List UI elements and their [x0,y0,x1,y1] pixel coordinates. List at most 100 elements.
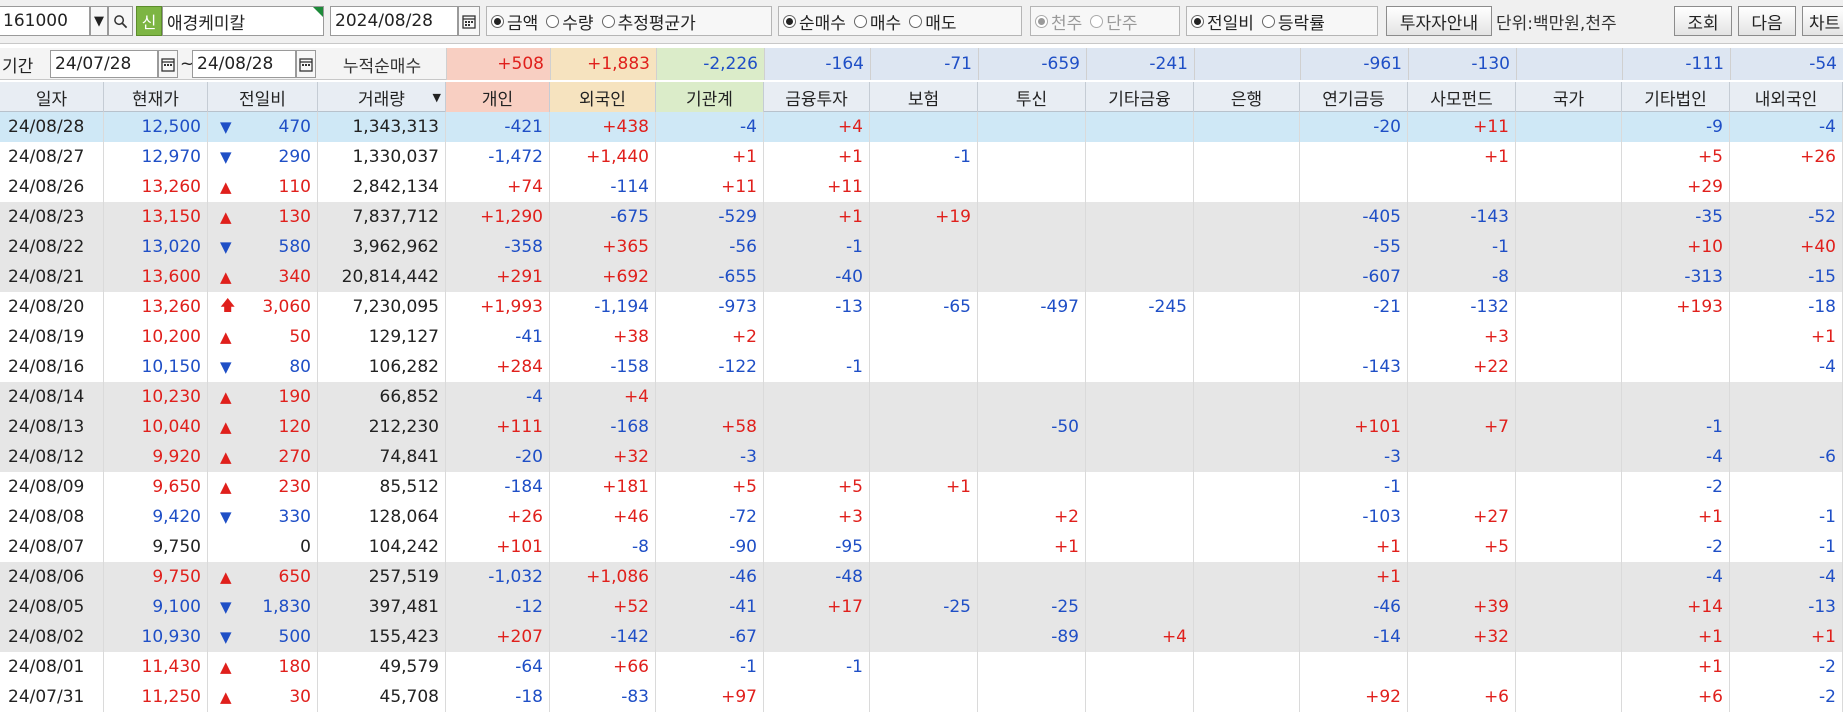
to-calendar-button[interactable] [296,50,316,78]
search-button[interactable] [108,6,133,36]
cumulative-value: -111 [1622,48,1730,80]
radio-label: 전일비 [1207,13,1254,34]
table-row[interactable]: 24/08/22 13,020 ▼ 580 3,962,962 -358 +365 -56 -1… [0,232,1843,262]
cell-investor-value [1194,352,1300,382]
cell-investor-value [1516,322,1622,352]
cell-investor-value: -13 [764,292,870,322]
from-calendar-button[interactable] [158,50,178,78]
cell-investor-value [1194,172,1300,202]
radio-prev-day[interactable]: 전일비 [1191,9,1254,34]
change-value: 650 [278,567,311,587]
cell-investor-value: -64 [446,652,550,682]
up-arrow-icon: ▲ [220,568,232,586]
query-button[interactable]: 조회 [1674,6,1732,36]
table-row[interactable]: 24/08/16 10,150 ▼ 80 106,282 +284 -158 -122 -1 -1… [0,352,1843,382]
radio-sell[interactable]: 매도 [909,9,956,34]
change-value: 80 [289,357,311,377]
radio-change-rate[interactable]: 등락률 [1261,9,1325,34]
table-row[interactable]: 24/08/13 10,040 ▲ 120 212,230 +111 -168 +58 -50 +… [0,412,1843,442]
date-input[interactable]: 2024/08/28 [330,6,458,36]
cell-investor-value: -497 [978,292,1086,322]
cell-investor-value [1516,562,1622,592]
corner-marker-icon [313,7,323,17]
cell-investor-value: +1 [1300,562,1408,592]
cell-investor-value [764,412,870,442]
cell-change: ▲ 230 [208,472,318,502]
period-to-input[interactable]: 24/08/28 [192,50,296,78]
radio-buy[interactable]: 매수 [853,9,901,34]
radio-dot [909,14,923,28]
table-row[interactable]: 24/08/09 9,650 ▲ 230 85,512 -184 +181 +5 +5 +1 -1-… [0,472,1843,502]
cell-investor-value [1516,112,1622,142]
cell-investor-value: +7 [1408,412,1516,442]
table-row[interactable]: 24/08/05 9,100 ▼ 1,830 397,481 -12 +52 -41 +17 -2… [0,592,1843,622]
period-from-input[interactable]: 24/07/28 [50,50,158,78]
cell-investor-value: +1 [1730,622,1843,652]
column-header-1[interactable]: 현재가 [104,82,208,112]
cell-investor-value: +1 [1730,322,1843,352]
column-header-0[interactable]: 일자 [0,82,104,112]
cell-investor-value: +1 [1300,532,1408,562]
cell-investor-value [1516,382,1622,412]
column-header-10[interactable]: 기타금융 [1086,82,1194,112]
radio-single-shares[interactable]: 단주 [1090,9,1138,34]
code-dropdown-button[interactable]: ▼ [90,6,108,36]
column-header-4[interactable]: 개인 [446,82,550,112]
radio-net-buy[interactable]: 순매수 [783,9,846,34]
radio-thousand-shares[interactable]: 천주 [1035,9,1082,34]
column-header-label: 연기금등 [1322,89,1385,110]
next-button[interactable]: 다음 [1738,6,1796,36]
column-header-15[interactable]: 기타법인 [1622,82,1730,112]
column-header-3[interactable]: 거래량 ▼ [318,82,446,112]
stock-code-input[interactable]: 161000 [0,6,90,36]
cell-investor-value [870,652,978,682]
investor-guide-button[interactable]: 투자자안내 [1386,6,1492,36]
column-header-8[interactable]: 보험 [870,82,978,112]
stock-name-field[interactable]: 애경케미칼 [162,6,324,36]
table-row[interactable]: 24/08/12 9,920 ▲ 270 74,841 -20 +32 -3 -3 -4 -6 [0,442,1843,472]
cumulative-value: -961 [1300,48,1408,80]
calendar-icon [299,57,313,72]
table-row[interactable]: 24/07/31 11,250 ▲ 30 45,708 -18 -83 +97 +92 +6 +6-… [0,682,1843,712]
table-row[interactable]: 24/08/14 10,230 ▲ 190 66,852 -4 +4 [0,382,1843,412]
change-value: 470 [278,117,311,137]
table-row[interactable]: 24/08/19 10,200 ▲ 50 129,127 -41 +38 +2 +3 +1 [0,322,1843,352]
column-header-13[interactable]: 사모펀드 [1408,82,1516,112]
date-calendar-button[interactable] [458,6,480,36]
column-header-9[interactable]: 투신 [978,82,1086,112]
table-row[interactable]: 24/08/23 13,150 ▲ 130 7,837,712 +1,290 -675 -52… [0,202,1843,232]
cell-investor-value: -12 [446,592,550,622]
table-row[interactable]: 24/08/20 13,260 🡅 3,060 7,230,095 +1,993 -1,19… [0,292,1843,322]
cell-volume: 85,512 [318,472,446,502]
table-row[interactable]: 24/08/06 9,750 ▲ 650 257,519 -1,032 +1,086 -46-… [0,562,1843,592]
column-header-16[interactable]: 내외국인 [1730,82,1843,112]
table-row[interactable]: 24/08/26 13,260 ▲ 110 2,842,134 +74 -114 +11 +11… [0,172,1843,202]
sort-dropdown-icon[interactable]: ▼ [433,91,441,104]
up-arrow-icon: ▲ [220,388,232,406]
table-row[interactable]: 24/08/08 9,420 ▼ 330 128,064 +26 +46 -72 +3 +2 -10… [0,502,1843,532]
column-header-11[interactable]: 은행 [1194,82,1300,112]
cell-investor-value: +3 [764,502,870,532]
table-row[interactable]: 24/08/27 12,970 ▼ 290 1,330,037 -1,472 +1,440 +… [0,142,1843,172]
table-row[interactable]: 24/08/07 9,750 0 104,242 +101 -8 -90 -95 +1 +1 +5-… [0,532,1843,562]
column-header-2[interactable]: 전일비 [208,82,318,112]
column-header-14[interactable]: 국가 [1516,82,1622,112]
cell-change: ▲ 190 [208,382,318,412]
up-arrow-icon: ▲ [220,448,232,466]
cell-investor-value: -4 [656,112,764,142]
chart-button[interactable]: 차트 [1802,6,1843,36]
table-row[interactable]: 24/08/02 10,930 ▼ 500 155,423 +207 -142 -67 -89 +… [0,622,1843,652]
table-row[interactable]: 24/08/01 11,430 ▲ 180 49,579 -64 +66 -1 -1 +1 -2 [0,652,1843,682]
column-header-7[interactable]: 금융투자 [764,82,870,112]
column-header-6[interactable]: 기관계 [656,82,764,112]
up-arrow-icon: ▲ [220,478,232,496]
column-header-12[interactable]: 연기금등 [1300,82,1408,112]
table-row[interactable]: 24/08/21 13,600 ▲ 340 20,814,442 +291 +692 -655… [0,262,1843,292]
radio-estimated-avg[interactable]: 추정평균가 [601,9,696,34]
cell-investor-value: +1 [1622,652,1730,682]
radio-quantity[interactable]: 수량 [546,9,594,34]
up-arrow-icon: ▲ [220,268,232,286]
table-row[interactable]: 24/08/28 12,500 ▼ 470 1,343,313 -421 +438 -4 +4-… [0,112,1843,142]
radio-amount[interactable]: 금액 [491,9,538,34]
column-header-5[interactable]: 외국인 [550,82,656,112]
